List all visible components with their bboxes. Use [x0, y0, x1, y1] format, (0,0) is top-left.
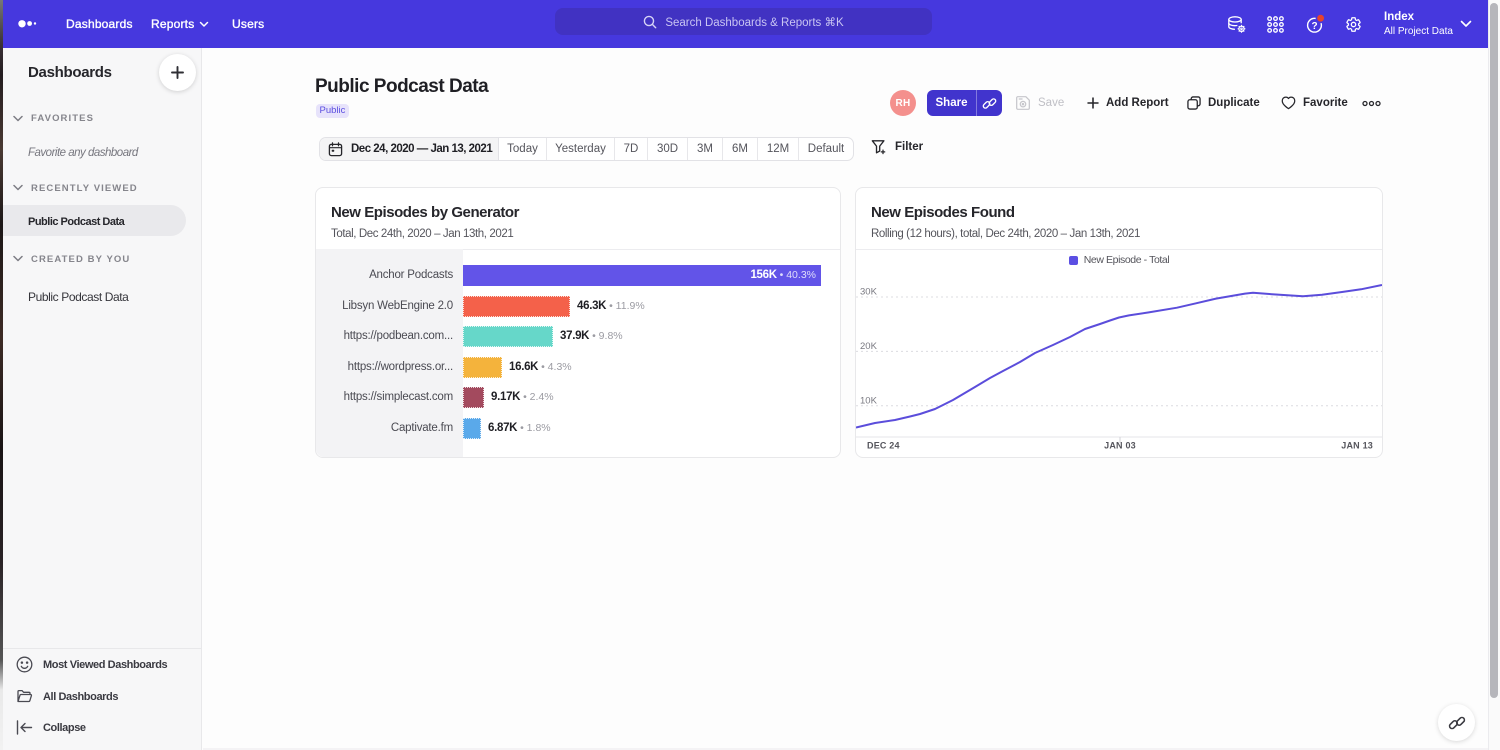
svg-text:30K: 30K	[860, 287, 878, 298]
svg-text:20K: 20K	[860, 341, 878, 352]
svg-text:JAN 13: JAN 13	[1341, 441, 1373, 451]
svg-text:JAN 03: JAN 03	[1104, 441, 1136, 451]
svg-text:10K: 10K	[860, 395, 878, 406]
svg-text:DEC 24: DEC 24	[867, 441, 900, 451]
svg-text:?: ?	[1311, 21, 1317, 32]
